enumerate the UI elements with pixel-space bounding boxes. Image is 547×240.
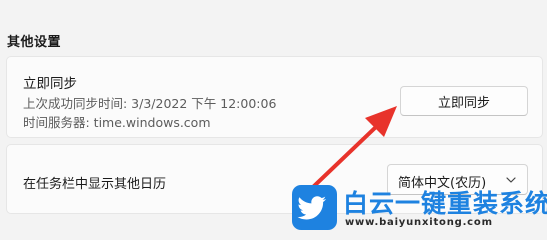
- sync-now-card: 立即同步 上次成功同步时间: 3/3/2022 下午 12:00:06 时间服务…: [6, 56, 543, 138]
- additional-calendar-label: 在任务栏中显示其他日历: [23, 177, 167, 192]
- bird-logo-icon: [292, 185, 337, 230]
- sync-now-title: 立即同步: [23, 76, 77, 92]
- time-server: 时间服务器: time.windows.com: [23, 115, 211, 130]
- section-title-other-settings: 其他设置: [7, 35, 62, 50]
- watermark: 白云一键重装系统 www.baiyunxitong.com: [289, 183, 547, 234]
- watermark-url: www.baiyunxitong.com: [345, 217, 493, 228]
- settings-page: 其他设置 立即同步 上次成功同步时间: 3/3/2022 下午 12:00:06…: [0, 0, 547, 234]
- sync-now-button[interactable]: 立即同步: [400, 86, 528, 116]
- last-sync-time: 上次成功同步时间: 3/3/2022 下午 12:00:06: [23, 96, 277, 111]
- watermark-title: 白云一键重装系统: [343, 189, 547, 218]
